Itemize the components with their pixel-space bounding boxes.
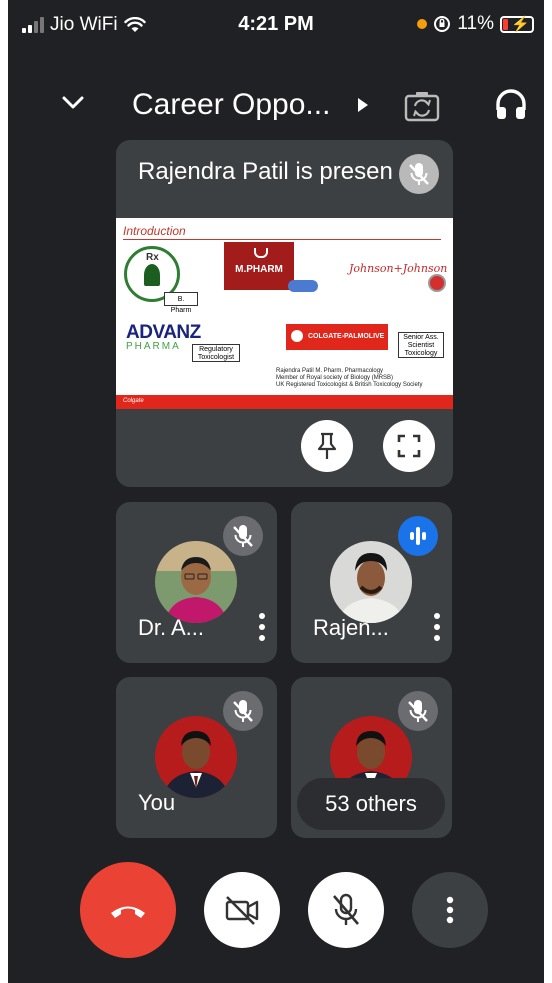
bpharm-label: B. Pharm	[164, 292, 198, 314]
more-options-button[interactable]	[412, 872, 488, 948]
slide-credits: Rajendra Patil M. Pharm. Pharmacology Me…	[276, 368, 423, 389]
participant-tile-self[interactable]: You	[116, 677, 277, 838]
fullscreen-icon	[397, 434, 421, 458]
avatar	[155, 541, 237, 623]
presentation-tile[interactable]: Rajendra Patil is presen Introduction Rx…	[116, 140, 453, 487]
more-options-icon[interactable]	[434, 613, 440, 641]
more-vert-icon	[446, 896, 454, 924]
mpharm-text: M.PHARM	[235, 264, 283, 275]
presenter-label: Rajendra Patil is presen	[138, 158, 393, 185]
participant-tile[interactable]: Rajen...	[291, 502, 452, 663]
switch-camera-icon[interactable]	[404, 90, 440, 124]
participant-name: Dr. A...	[138, 615, 205, 640]
credits-line: UK Registered Toxicologist & British Tox…	[276, 382, 423, 388]
slide-footer-logo: Colgate	[123, 398, 144, 404]
mic-toggle-button[interactable]	[308, 872, 384, 948]
johnson-johnson-logo: Johnson+Johnson	[349, 262, 448, 275]
participant-tile[interactable]: Dr. A...	[116, 502, 277, 663]
advanz-subtext: PHARMA	[126, 341, 181, 352]
status-bar: Jio WiFi 4:21 PM 11% ⚡	[8, 0, 544, 46]
mic-off-icon	[223, 691, 263, 731]
avatar	[330, 541, 412, 623]
mic-off-icon	[398, 691, 438, 731]
credits-line: Member of Royal society of Biology (MRSB…	[276, 375, 394, 381]
mpharm-logo: M.PHARM	[224, 242, 294, 290]
meet-screen: Jio WiFi 4:21 PM 11% ⚡ Career Oppo... Ra…	[8, 0, 544, 983]
colgate-text: COLGATE-PALMOLIVE	[308, 333, 385, 340]
end-call-button[interactable]	[80, 862, 176, 958]
video-off-icon	[225, 896, 259, 925]
camera-toggle-button[interactable]	[204, 872, 280, 948]
slide-footer: Colgate	[116, 395, 453, 409]
call-header: Career Oppo...	[8, 78, 544, 134]
others-count-pill[interactable]: 53 others	[297, 778, 445, 830]
trained-stamp-icon	[428, 274, 446, 292]
pin-button[interactable]	[301, 420, 353, 472]
battery-icon: ⚡	[500, 15, 534, 33]
capsule-graphic	[288, 280, 318, 292]
others-count-label: 53 others	[325, 791, 417, 816]
speaking-indicator-icon	[398, 516, 438, 556]
more-options-icon[interactable]	[259, 613, 265, 641]
status-right: 11% ⚡	[417, 13, 534, 35]
senior-scientist-label: Senior Ass. Scientist Toxicology	[398, 332, 444, 358]
fullscreen-button[interactable]	[383, 420, 435, 472]
pin-icon	[317, 432, 337, 459]
participant-tile-others[interactable]: 53 others	[291, 677, 452, 838]
orientation-lock-icon	[434, 16, 451, 32]
mic-off-icon	[223, 516, 263, 556]
mic-off-icon	[399, 154, 439, 194]
meeting-title[interactable]: Career Oppo...	[132, 88, 330, 122]
colgate-logo: COLGATE-PALMOLIVE	[286, 324, 388, 350]
mic-off-icon	[333, 893, 359, 925]
regulatory-toxicologist-label: Regulatory Toxicologist	[192, 344, 240, 362]
credits-line: Rajendra Patil M. Pharm. Pharmacology	[276, 368, 384, 374]
participant-name: You	[138, 790, 176, 815]
chevron-down-icon[interactable]	[58, 88, 88, 118]
recording-dot-icon	[417, 19, 428, 29]
avatar	[155, 716, 237, 798]
shared-slide: Introduction Rx B. Pharm M.PHARM Johnson…	[116, 218, 453, 409]
participant-name: Rajen...	[313, 615, 389, 640]
slide-rule	[123, 239, 441, 240]
slide-heading: Introduction	[123, 224, 186, 238]
hang-up-icon	[111, 906, 145, 918]
meeting-details-arrow-icon[interactable]	[358, 98, 368, 112]
battery-percent: 11%	[457, 13, 494, 34]
headphones-icon[interactable]	[494, 88, 528, 122]
